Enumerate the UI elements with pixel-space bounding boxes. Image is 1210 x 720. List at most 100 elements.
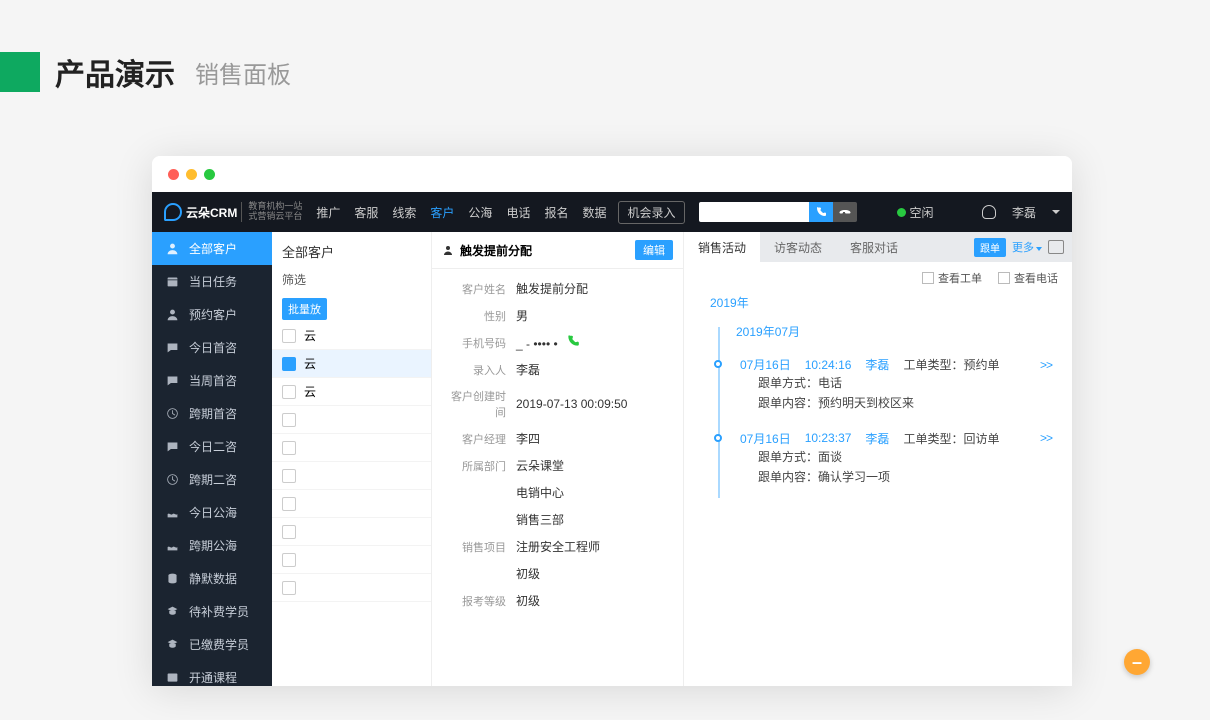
detail-panel: 触发提前分配 编辑 客户姓名触发提前分配性别男手机号码_ - •••• •录入人… (432, 232, 1072, 686)
sidebar-item-11[interactable]: 待补费学员 (152, 595, 272, 628)
checkbox-icon (998, 272, 1010, 284)
chevron-down-icon[interactable] (1052, 210, 1060, 214)
sidebar-item-2[interactable]: 预约客户 (152, 298, 272, 331)
view-ticket-checkbox[interactable]: 查看工单 (922, 270, 982, 286)
checkbox-icon[interactable] (282, 497, 296, 511)
sidebar-item-13[interactable]: 开通课程 (152, 661, 272, 686)
sidebar-item-4[interactable]: 当周首咨 (152, 364, 272, 397)
nav-item-4[interactable]: 公海 (468, 204, 492, 221)
checkbox-icon[interactable] (282, 441, 296, 455)
sidebar-item-label: 今日二咨 (189, 438, 237, 455)
maximize-dot[interactable] (204, 169, 215, 180)
current-user[interactable]: 李磊 (1012, 204, 1036, 221)
checkbox-icon[interactable] (282, 385, 296, 399)
list-row[interactable]: 云 (272, 378, 431, 406)
sidebar-item-label: 全部客户 (189, 240, 237, 257)
bell-icon[interactable] (982, 205, 996, 219)
tab-0[interactable]: 销售活动 (684, 232, 760, 262)
nav-right: 李磊 (982, 204, 1060, 221)
layout-icon[interactable] (1048, 240, 1064, 254)
more-link[interactable]: 更多 (1012, 239, 1042, 255)
page-title: 产品演示 (55, 50, 175, 94)
timeline-item-head: 07月16日10:23:37李磊工单类型：回访单>> (740, 430, 1052, 447)
checkbox-icon[interactable] (282, 581, 296, 595)
checkbox-icon[interactable] (282, 553, 296, 567)
checkbox-icon[interactable] (282, 413, 296, 427)
list-row[interactable] (272, 462, 431, 490)
list-row[interactable] (272, 546, 431, 574)
sidebar-item-12[interactable]: 已缴费学员 (152, 628, 272, 661)
nav-item-2[interactable]: 线索 (392, 204, 416, 221)
list-row[interactable]: 云 (272, 350, 431, 378)
list-row-text: 云 (304, 327, 316, 344)
sidebar-item-10[interactable]: 静默数据 (152, 562, 272, 595)
detail-label: 录入人 (442, 362, 506, 378)
minimize-dot[interactable] (186, 169, 197, 180)
nav-item-1[interactable]: 客服 (354, 204, 378, 221)
sidebar-item-0[interactable]: 全部客户 (152, 232, 272, 265)
chat-icon (166, 374, 179, 387)
edit-button[interactable]: 编辑 (635, 240, 673, 260)
detail-row: 客户经理李四 (442, 425, 673, 452)
detail-row: 电销中心 (442, 479, 673, 506)
tl-expand-button[interactable]: >> (1040, 431, 1052, 445)
nav-search (699, 202, 857, 222)
list-row[interactable]: 云 (272, 322, 431, 350)
detail-label: 客户经理 (442, 431, 506, 447)
sidebar-item-9[interactable]: 跨期公海 (152, 529, 272, 562)
checkbox-icon[interactable] (282, 357, 296, 371)
brand-accent-block (0, 52, 40, 92)
list-row[interactable] (272, 490, 431, 518)
detail-label: 所属部门 (442, 458, 506, 474)
checkbox-icon[interactable] (282, 525, 296, 539)
timeline-year: 2019年 (710, 294, 1052, 311)
nav-item-3[interactable]: 客户 (430, 204, 454, 221)
sidebar-item-7[interactable]: 跨期二咨 (152, 463, 272, 496)
tab-1[interactable]: 访客动态 (760, 232, 836, 262)
chevron-down-icon (1036, 247, 1042, 251)
list-row-text: 云 (304, 355, 316, 372)
batch-button[interactable]: 批量放 (282, 298, 327, 320)
user-icon (166, 308, 179, 321)
sidebar-item-label: 跨期二咨 (189, 471, 237, 488)
follow-button[interactable]: 跟单 (974, 238, 1006, 257)
tl-expand-button[interactable]: >> (1040, 358, 1052, 372)
sidebar-item-1[interactable]: 当日任务 (152, 265, 272, 298)
tab-2[interactable]: 客服对话 (836, 232, 912, 262)
list-row[interactable] (272, 406, 431, 434)
nav-item-7[interactable]: 数据 (582, 204, 606, 221)
sidebar-item-5[interactable]: 跨期首咨 (152, 397, 272, 430)
sidebar-item-label: 今日首咨 (189, 339, 237, 356)
phone-icon[interactable] (566, 334, 580, 348)
nav-item-5[interactable]: 电话 (506, 204, 530, 221)
nav-item-6[interactable]: 报名 (544, 204, 568, 221)
view-ticket-label: 查看工单 (938, 273, 982, 285)
hangup-button[interactable] (833, 202, 857, 222)
status-text[interactable]: 空闲 (910, 204, 934, 221)
timeline-item: 07月16日10:23:37李磊工单类型：回访单>>跟单方式：面谈跟单内容：确认… (704, 424, 1052, 498)
mac-traffic-lights (152, 156, 1072, 192)
search-input[interactable] (699, 202, 809, 222)
filter-label[interactable]: 筛选 (272, 261, 431, 298)
list-row[interactable] (272, 518, 431, 546)
list-row[interactable] (272, 574, 431, 602)
sidebar-item-8[interactable]: 今日公海 (152, 496, 272, 529)
logo[interactable]: 云朵CRM 教育机构一站 式营销云平台 (164, 202, 302, 222)
view-call-label: 查看电话 (1014, 273, 1058, 285)
call-button[interactable] (809, 202, 833, 222)
checkbox-icon[interactable] (282, 469, 296, 483)
sidebar-item-6[interactable]: 今日二咨 (152, 430, 272, 463)
tl-row-value: 面谈 (818, 450, 842, 464)
nav-item-0[interactable]: 推广 (316, 204, 340, 221)
sidebar-item-3[interactable]: 今日首咨 (152, 331, 272, 364)
detail-label: 客户姓名 (442, 281, 506, 297)
sidebar-item-label: 今日公海 (189, 504, 237, 521)
close-dot[interactable] (168, 169, 179, 180)
logo-sub-line2: 式营销云平台 (248, 212, 302, 222)
opportunity-entry-button[interactable]: 机会录入 (618, 201, 684, 224)
more-label: 更多 (1012, 242, 1034, 254)
view-call-checkbox[interactable]: 查看电话 (998, 270, 1058, 286)
checkbox-icon[interactable] (282, 329, 296, 343)
fab-minus-button[interactable]: – (1124, 649, 1150, 675)
list-row[interactable] (272, 434, 431, 462)
